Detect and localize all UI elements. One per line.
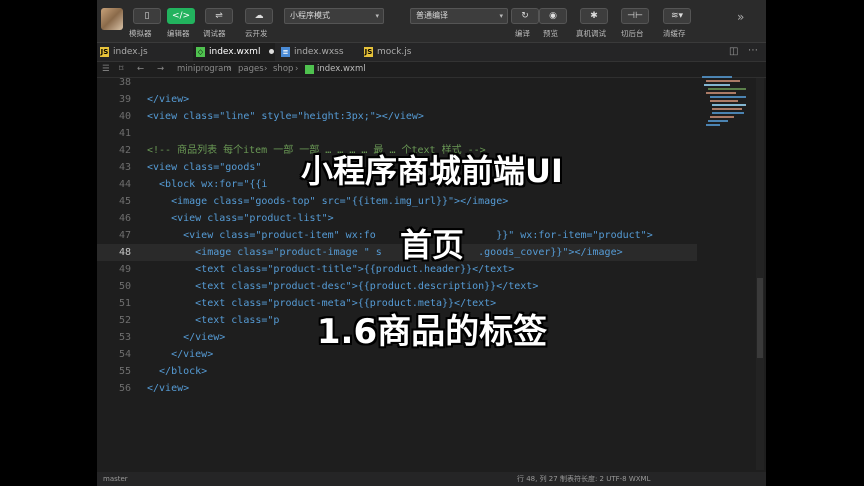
compile-label: 编译 [515, 29, 530, 38]
cursor-status: 行 48, 列 27 制表符长度: 2 UTF-8 WXML [517, 475, 651, 483]
remote-debug-button[interactable]: ✱ [580, 8, 608, 24]
simulator-button[interactable]: ▯ [133, 8, 161, 24]
unsaved-dot-icon [269, 49, 275, 54]
tab-label: index.js [113, 47, 148, 57]
overlay-lesson: 1.6商品的标签 [316, 312, 548, 352]
wxml-file-icon [305, 65, 314, 74]
js-file-icon: JS [364, 47, 373, 57]
branch-status[interactable]: master [103, 472, 128, 486]
tab-index-wxss[interactable]: ≡ index.wxss [278, 43, 360, 61]
phone-icon: ▯ [144, 11, 150, 21]
preview-button[interactable]: ◉ [539, 8, 567, 24]
editor-label: 编辑器 [167, 29, 190, 38]
code-line: 45 <image class="goods-top" src="{{item.… [118, 196, 509, 207]
expand-icon[interactable]: » [737, 10, 744, 24]
clear-cache-button[interactable]: ≋▾ [663, 8, 691, 24]
overlay-subtitle: 首页 [399, 226, 464, 264]
debugger-label: 调试器 [203, 29, 226, 38]
compile-select[interactable]: 普通编译 ▾ [410, 8, 508, 24]
layers-icon: ≋▾ [670, 11, 684, 21]
avatar[interactable] [101, 8, 123, 30]
tab-label: index.wxml [209, 47, 261, 57]
editor-button[interactable]: </> [167, 8, 195, 24]
code-icon: </> [171, 11, 191, 21]
more-icon[interactable]: ⋯ [748, 45, 758, 56]
preview-label: 预览 [543, 29, 558, 38]
bug-icon: ✱ [590, 11, 598, 21]
simulator-label: 模拟器 [129, 29, 152, 38]
cloud-button[interactable]: ☁ [245, 8, 273, 24]
chevron-down-icon: ▾ [375, 12, 379, 20]
code-line: 55 </block> [118, 366, 208, 377]
status-bar: master 行 48, 列 27 制表符长度: 2 UTF-8 WXML [97, 472, 766, 486]
minimap[interactable] [702, 76, 752, 136]
debugger-button[interactable]: ⇌ [205, 8, 233, 24]
overlay-title: 小程序商城前端UI [301, 152, 563, 190]
code-line: 38 [118, 77, 131, 88]
tab-label: mock.js [377, 47, 412, 57]
switch-icon: ⊣⊢ [627, 11, 643, 21]
code-editor[interactable]: 38 39 </view> 40 <view class="line" style=… [97, 77, 766, 470]
cloud-label: 云开发 [245, 29, 268, 38]
code-line: 56 </view> [118, 383, 190, 394]
preview-icon: ◉ [549, 11, 557, 21]
background-button[interactable]: ⊣⊢ [621, 8, 649, 24]
js-file-icon: JS [100, 47, 109, 57]
vertical-scrollbar[interactable] [756, 78, 764, 470]
file-tabs: JS index.js ◇ index.wxml ≡ index.wxss JS… [97, 43, 766, 62]
wxss-file-icon: ≡ [281, 47, 290, 57]
mode-select-value: 小程序模式 [290, 11, 330, 20]
compile-select-value: 普通编译 [416, 11, 448, 20]
code-line: 41 [118, 128, 131, 139]
tab-index-wxml[interactable]: ◇ index.wxml [193, 43, 275, 61]
compile-button[interactable]: ↻ [511, 8, 539, 24]
tab-index-js[interactable]: JS index.js [97, 43, 177, 61]
mode-select[interactable]: 小程序模式 ▾ [284, 8, 384, 24]
cloud-icon: ☁ [254, 11, 264, 21]
split-editor-icon[interactable]: ◫ [729, 46, 738, 57]
code-line: 40 <view class="line" style="height:3px;"… [118, 111, 424, 122]
chevron-down-icon: ▾ [499, 12, 503, 20]
tab-label: index.wxss [294, 47, 344, 57]
code-line: 39 </view> [118, 94, 190, 105]
toolbar: ▯ 模拟器 </> 编辑器 ⇌ 调试器 ☁ 云开发 小程序模式 ▾ 普通编译 ▾… [97, 0, 766, 43]
compile-icon: ↻ [521, 11, 529, 21]
code-line: 50 <text class="product-desc">{{product.… [118, 281, 539, 292]
tab-mock-js[interactable]: JS mock.js [361, 43, 451, 61]
remote-debug-label: 真机调试 [576, 29, 606, 38]
background-label: 切后台 [621, 29, 644, 38]
debug-icon: ⇌ [215, 11, 223, 21]
wxml-file-icon: ◇ [196, 47, 205, 57]
clear-cache-label: 清缓存 [663, 29, 686, 38]
